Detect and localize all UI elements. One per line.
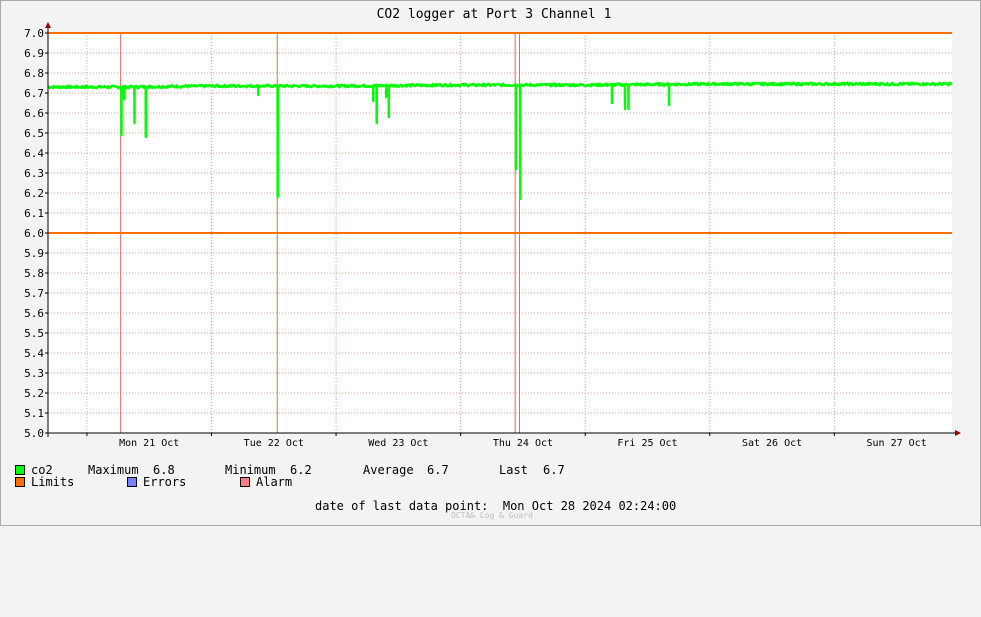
y-tick-label: 6.0 (24, 227, 44, 240)
x-tick-label: Mon 21 Oct (119, 438, 179, 449)
y-tick-label: 5.5 (24, 327, 44, 340)
x-tick-label: Wed 23 Oct (368, 438, 428, 449)
y-tick-label: 5.2 (24, 387, 44, 400)
legend-swatch-co2 (15, 465, 25, 475)
x-tick-label: Fri 25 Oct (617, 438, 677, 449)
y-tick-label: 5.8 (24, 267, 44, 280)
stat-average-label: Average (363, 463, 414, 477)
stat-last-label: Last (499, 463, 528, 477)
x-tick-label: Thu 24 Oct (493, 438, 553, 449)
stat-average-value: 6.7 (427, 463, 449, 477)
legend-label-limits: Limits (31, 475, 75, 489)
y-tick-label: 5.9 (24, 247, 44, 260)
chart-page: CO2 logger at Port 3 Channel 1 5.0 5.1 5.2… (0, 0, 981, 526)
legend-label-alarm: Alarm (256, 475, 293, 489)
y-tick-label: 5.0 (24, 427, 44, 440)
y-tick-label: 5.3 (24, 367, 44, 380)
y-tick-label: 6.4 (24, 147, 44, 160)
y-tick-label: 5.1 (24, 407, 44, 420)
chart-title: CO2 logger at Port 3 Channel 1 (377, 7, 612, 22)
y-tick-label: 6.7 (24, 87, 44, 100)
stat-last-value: 6.7 (543, 463, 565, 477)
y-axis-arrow (45, 22, 51, 28)
legend-swatch-alarm (240, 477, 250, 487)
legend-swatch-limits (15, 477, 25, 487)
legend-item-alarm: Alarm (240, 475, 292, 489)
x-tick-label: Sat 26 Oct (742, 438, 802, 449)
legend-item-errors: Errors (127, 475, 186, 489)
y-tick-label: 6.6 (24, 107, 44, 120)
legend-item-limits: Limits (15, 475, 74, 489)
y-tick-label: 7.0 (24, 27, 44, 40)
y-tick-label: 5.6 (24, 307, 44, 320)
y-tick-label: 5.4 (24, 347, 44, 360)
y-tick-label: 5.7 (24, 287, 44, 300)
x-tick-label: Tue 22 Oct (244, 438, 304, 449)
y-tick-label: 6.8 (24, 67, 44, 80)
y-tick-label: 6.3 (24, 167, 44, 180)
x-tick-label: Sun 27 Oct (867, 438, 927, 449)
legend-row-markers: Limits Errors Alarm (15, 475, 292, 489)
legend-swatch-errors (127, 477, 137, 487)
stat-minimum-value: 6.2 (290, 463, 312, 477)
chart: CO2 logger at Port 3 Channel 1 5.0 5.1 5.2… (0, 0, 981, 526)
y-tick-label: 6.2 (24, 187, 44, 200)
y-tick-label: 6.9 (24, 47, 44, 60)
y-tick-label: 6.5 (24, 127, 44, 140)
watermark: OCTA& Log & Guard (451, 511, 533, 520)
legend-label-errors: Errors (143, 475, 187, 489)
x-axis-arrow (955, 430, 961, 436)
y-tick-label: 6.1 (24, 207, 44, 220)
